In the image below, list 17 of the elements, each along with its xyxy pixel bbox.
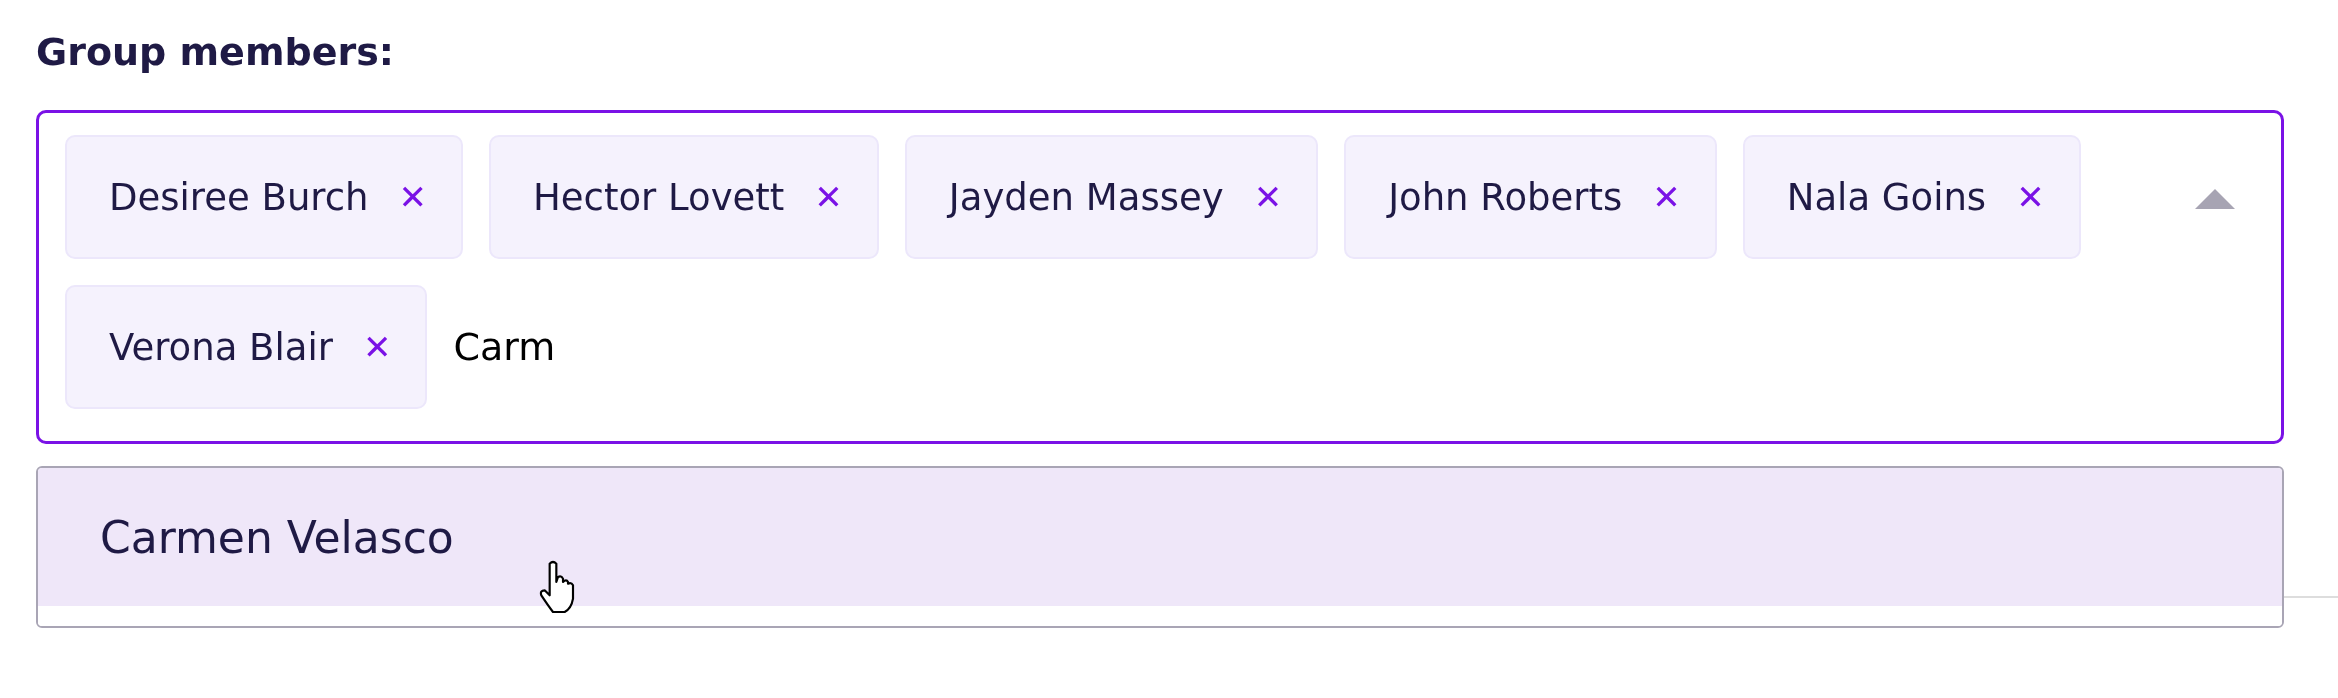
remove-button[interactable]: ✕ [1652, 177, 1681, 217]
remove-button[interactable]: ✕ [1253, 177, 1283, 217]
remove-button[interactable]: ✕ [362, 327, 392, 367]
option-item[interactable]: Carmen Velasco [38, 468, 2282, 606]
chip-label: Jayden Massey [948, 175, 1224, 219]
chip-label: Desiree Burch [109, 175, 369, 219]
multi-select-field[interactable]: Desiree Burch ✕ Hector Lovett ✕ Jayden Massey ✕ John Roberts ✕ Nala Goins ✕ Verona Blair ✕ Carm [36, 110, 2284, 444]
caret-icon[interactable] [2195, 187, 2235, 211]
chip-label: John Roberts [1388, 175, 1623, 219]
chip-label: Nala Goins [1786, 175, 1987, 219]
search-input[interactable]: Carm [453, 325, 714, 369]
remove-button[interactable]: ✕ [814, 177, 843, 217]
chip-label: Verona Blair [109, 325, 333, 369]
remove-button[interactable]: ✕ [2016, 177, 2045, 217]
field-label: Group members: [36, 30, 395, 74]
chip-label: Hector Lovett [533, 175, 785, 219]
remove-button[interactable]: ✕ [398, 177, 428, 217]
